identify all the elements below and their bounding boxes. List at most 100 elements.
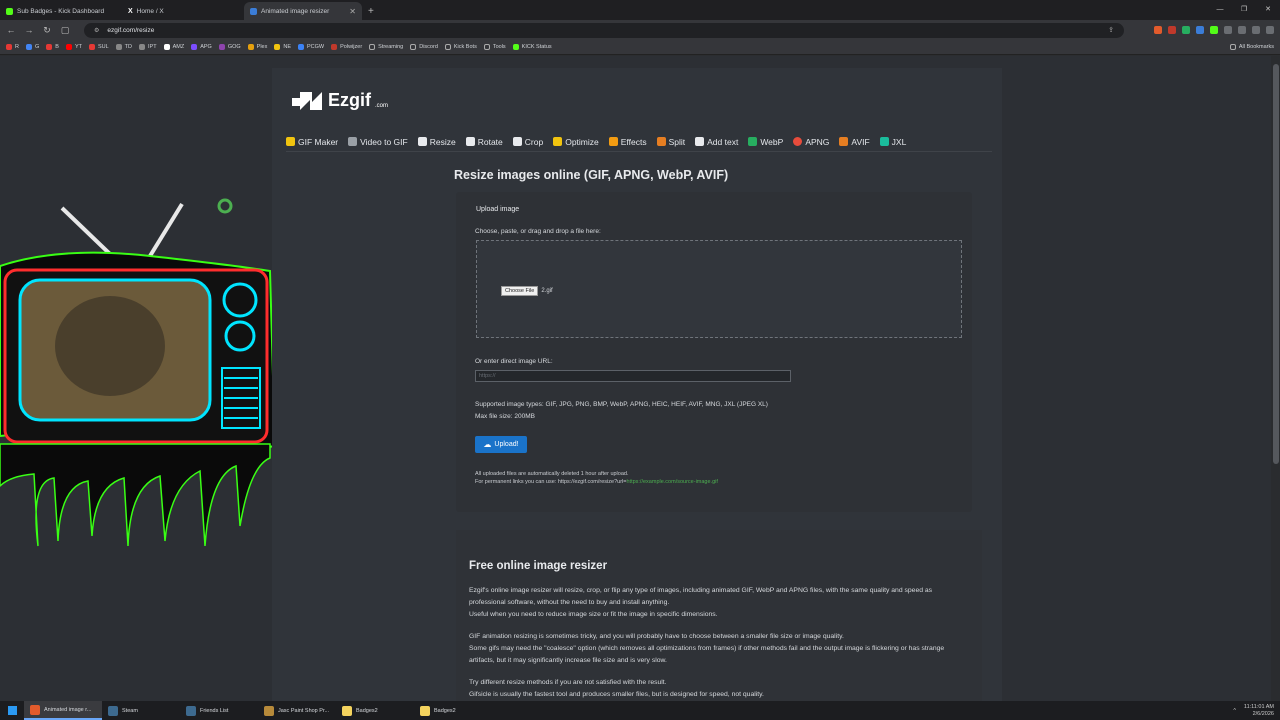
brave-shield-icon[interactable] bbox=[1154, 26, 1162, 34]
cloud-upload-icon: ☁ bbox=[483, 440, 492, 449]
nav-crop[interactable]: Crop bbox=[512, 137, 543, 147]
menu-icon[interactable] bbox=[1266, 26, 1274, 34]
tab-x-home[interactable]: X Home / X bbox=[122, 2, 244, 20]
bookmark-item[interactable]: Plex bbox=[247, 44, 267, 50]
bookmark-item[interactable]: SUL bbox=[88, 44, 109, 50]
upload-button[interactable]: ☁ Upload! bbox=[475, 436, 527, 453]
nav-effects[interactable]: Effects bbox=[608, 137, 647, 147]
bookmark-folder[interactable]: Tools bbox=[483, 44, 506, 50]
extension-icon[interactable] bbox=[1196, 26, 1204, 34]
bookmark-folder[interactable]: Streaming bbox=[369, 44, 403, 50]
site-info-icon[interactable]: ⚙ bbox=[94, 27, 99, 34]
bookmark-item[interactable]: G bbox=[25, 44, 39, 50]
forward-icon[interactable]: → bbox=[24, 25, 34, 35]
start-button[interactable] bbox=[0, 701, 24, 720]
extension-icon[interactable] bbox=[1168, 26, 1176, 34]
nav-avif[interactable]: AVIF bbox=[839, 137, 870, 147]
example-link[interactable]: https://example.com/source-image.gif bbox=[626, 479, 717, 485]
sidebar-icon[interactable] bbox=[1238, 26, 1246, 34]
bookmark-item[interactable]: R bbox=[6, 44, 19, 50]
bookmark-folder[interactable]: Discord bbox=[410, 44, 438, 50]
nav-add-text[interactable]: Add text bbox=[695, 137, 738, 147]
youtube-icon bbox=[65, 44, 72, 50]
nav-video-to-gif[interactable]: Video to GIF bbox=[348, 137, 408, 147]
tab-ezgif-resize[interactable]: Animated image resizer ✕ bbox=[244, 2, 362, 20]
address-toolbar: ← → ↻ ▢ ⚙ ezgif.com/resize ⇪ bbox=[0, 20, 1280, 40]
bookmark-icon bbox=[25, 44, 32, 50]
clock-time: 11:11:01 AM bbox=[1243, 703, 1274, 710]
all-bookmarks[interactable]: All Bookmarks bbox=[1229, 44, 1274, 50]
extension-icon[interactable] bbox=[1182, 26, 1190, 34]
nav-split[interactable]: Split bbox=[656, 137, 685, 147]
bookmark-icon bbox=[6, 44, 12, 50]
taskbar-item[interactable]: Friends List bbox=[180, 701, 258, 720]
close-tab-icon[interactable]: ✕ bbox=[349, 7, 356, 16]
jxl-icon bbox=[879, 137, 889, 146]
upload-form: Upload image Choose, paste, or drag and … bbox=[456, 192, 972, 512]
reload-icon[interactable]: ↻ bbox=[42, 25, 52, 36]
bookmark-icon bbox=[191, 44, 198, 50]
close-window-icon[interactable]: ✕ bbox=[1256, 0, 1280, 20]
tab-kick-dashboard[interactable]: Sub Badges - Kick Dashboard bbox=[0, 2, 122, 20]
supported-types-text: Supported image types: GIF, JPG, PNG, BM… bbox=[475, 401, 768, 408]
scroll-thumb[interactable] bbox=[1273, 64, 1279, 464]
nav-webp[interactable]: WebP bbox=[748, 137, 783, 147]
page-title: Resize images online (GIF, APNG, WebP, A… bbox=[454, 168, 729, 182]
bookmark-icon bbox=[331, 44, 338, 50]
image-url-input[interactable]: https:// bbox=[475, 370, 791, 382]
upload-note: All uploaded files are automatically del… bbox=[475, 470, 718, 486]
address-input[interactable]: ⚙ ezgif.com/resize ⇪ bbox=[84, 22, 1124, 38]
nav-gif-maker[interactable]: GIF Maker bbox=[286, 137, 338, 147]
nav-apng[interactable]: APNG bbox=[793, 137, 829, 147]
system-tray: ^ 11:11:01 AM 2/6/2026 bbox=[1233, 704, 1280, 718]
nav-rotate[interactable]: Rotate bbox=[465, 137, 503, 147]
tv-artwork bbox=[0, 198, 277, 547]
bookmark-item[interactable]: YT bbox=[65, 44, 82, 50]
tray-chevron-icon[interactable]: ^ bbox=[1233, 708, 1236, 714]
bookmark-item[interactable]: KICK Status bbox=[512, 44, 552, 50]
bookmark-folder[interactable]: Kick Bots bbox=[444, 44, 477, 50]
file-dropzone[interactable]: Choose File 2.gif bbox=[476, 240, 962, 338]
bookmark-item[interactable]: B bbox=[46, 44, 59, 50]
bookmark-item[interactable]: Polwijzer bbox=[331, 44, 362, 50]
bookmark-icon bbox=[115, 44, 122, 50]
bookmark-item[interactable]: AMZ bbox=[163, 44, 184, 50]
extension-icon[interactable] bbox=[1210, 26, 1218, 34]
taskbar-item[interactable]: Animated image r... bbox=[24, 701, 102, 720]
page-scrollbar[interactable] bbox=[1271, 56, 1280, 701]
ezgif-logo[interactable]: Ezgif .com bbox=[292, 88, 388, 112]
bookmark-item[interactable]: APG bbox=[191, 44, 212, 50]
browser-tab-bar: Sub Badges - Kick Dashboard X Home / X A… bbox=[0, 0, 1280, 20]
bookmark-page-icon[interactable]: ▢ bbox=[60, 25, 70, 36]
nav-jxl[interactable]: JXL bbox=[879, 137, 906, 147]
bookmark-item[interactable]: NE bbox=[274, 44, 291, 50]
nav-optimize[interactable]: Optimize bbox=[553, 137, 599, 147]
selected-file-name: 2.gif bbox=[541, 288, 553, 294]
bookmark-item[interactable]: IPT bbox=[139, 44, 157, 50]
wallet-icon[interactable] bbox=[1252, 26, 1260, 34]
info-section: Free online image resizer Ezgif's online… bbox=[456, 530, 982, 701]
choose-file-button[interactable]: Choose File bbox=[501, 286, 539, 296]
taskbar-item[interactable]: Badges2 bbox=[336, 701, 414, 720]
nav-resize[interactable]: Resize bbox=[417, 137, 456, 147]
add-text-icon bbox=[695, 137, 705, 146]
gog-icon bbox=[218, 44, 225, 50]
bookmark-item[interactable]: PCGW bbox=[298, 44, 324, 50]
file-chooser: Choose File 2.gif bbox=[501, 286, 553, 296]
max-file-size: Max file size: 200MB bbox=[475, 413, 535, 420]
minimize-icon[interactable]: — bbox=[1208, 0, 1232, 20]
bookmark-item[interactable]: TD bbox=[115, 44, 132, 50]
share-icon[interactable]: ⇪ bbox=[1108, 26, 1114, 34]
taskbar-item[interactable]: Badges2 bbox=[414, 701, 492, 720]
back-icon[interactable]: ← bbox=[6, 25, 16, 35]
new-tab-button[interactable]: + bbox=[362, 2, 380, 20]
optimize-icon bbox=[553, 137, 563, 146]
resize-icon bbox=[417, 137, 427, 146]
taskbar-item[interactable]: Steam bbox=[102, 701, 180, 720]
taskbar-item[interactable]: Jasc Paint Shop Pr... bbox=[258, 701, 336, 720]
clock[interactable]: 11:11:01 AM 2/6/2026 bbox=[1244, 704, 1274, 718]
ezgif-logo-icon bbox=[292, 92, 322, 110]
bookmark-item[interactable]: GOG bbox=[218, 44, 241, 50]
puzzle-icon[interactable] bbox=[1224, 26, 1232, 34]
restore-icon[interactable]: ❐ bbox=[1232, 0, 1256, 20]
